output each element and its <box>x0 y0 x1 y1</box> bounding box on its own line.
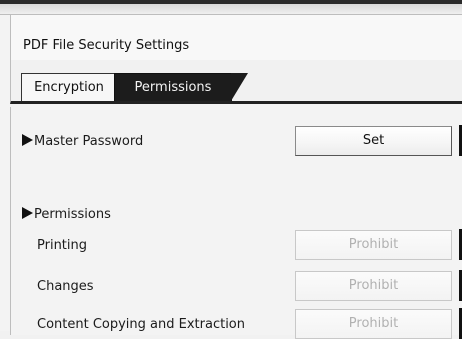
content-copying-prohibit-label: Prohibit <box>348 316 399 331</box>
tab-encryption-label: Encryption <box>34 80 104 95</box>
tab-permissions-label: Permissions <box>134 80 212 95</box>
changes-prohibit-label: Prohibit <box>348 278 399 293</box>
set-button-label: Set <box>362 133 385 148</box>
changes-prohibit-button[interactable]: Prohibit <box>295 271 452 301</box>
content-copying-prohibit-button[interactable]: Prohibit <box>295 309 452 339</box>
tab-permissions[interactable]: Permissions <box>114 73 248 101</box>
title-bar: PDF File Security Settings <box>10 14 462 60</box>
tab-row: Encryption Permissions <box>10 60 462 104</box>
changes-label: Changes <box>37 279 94 294</box>
set-master-password-button[interactable]: Set <box>295 126 452 156</box>
tab-encryption[interactable]: Encryption <box>21 73 117 101</box>
window-title: PDF File Security Settings <box>23 38 190 53</box>
right-triangle-icon <box>22 207 33 219</box>
permissions-heading: Permissions <box>22 207 111 223</box>
printing-label: Printing <box>37 238 88 253</box>
master-password-label: Master Password <box>34 134 144 149</box>
right-triangle-icon <box>22 134 33 146</box>
master-password-heading: Master Password <box>22 134 143 150</box>
settings-content: Master Password Set Permissions Printing… <box>10 107 462 339</box>
permissions-heading-label: Permissions <box>34 207 111 222</box>
settings-window: PDF File Security Settings Encryption Pe… <box>0 0 462 339</box>
printing-prohibit-label: Prohibit <box>348 237 399 252</box>
printing-prohibit-button[interactable]: Prohibit <box>295 230 452 260</box>
